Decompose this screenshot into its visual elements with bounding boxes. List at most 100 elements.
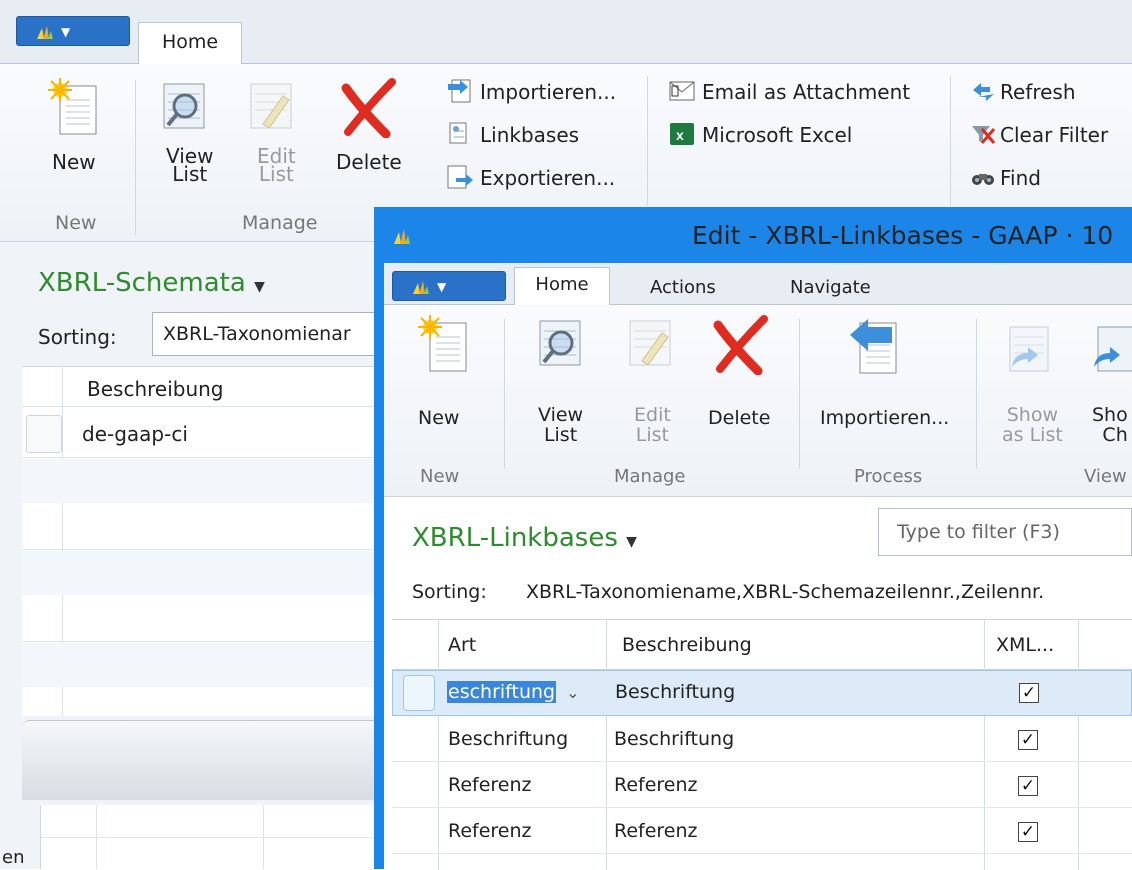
delete-button[interactable]: Delete <box>706 315 782 429</box>
beschreibung-cell[interactable]: Referenz <box>614 774 698 796</box>
list-item[interactable]: de-gaap-ci <box>82 422 188 446</box>
beschreibung-cell[interactable]: Beschriftung <box>615 681 735 703</box>
find-label: Find <box>1000 166 1041 190</box>
ribbon-divider <box>976 319 977 469</box>
group-manage-label: Manage <box>242 212 318 234</box>
view-list-button[interactable]: View List <box>534 317 594 447</box>
table-row[interactable]: Referenz Referenz ✓ <box>392 762 1132 808</box>
art-cell[interactable]: eschriftung <box>447 681 557 703</box>
new-label: New <box>418 407 460 429</box>
new-button[interactable]: New <box>40 78 108 188</box>
page-title[interactable]: XBRL-Schemata ▼ <box>38 268 265 298</box>
microsoft-excel-label: Microsoft Excel <box>702 123 853 147</box>
refresh-icon <box>973 83 994 101</box>
xml-checkbox[interactable]: ✓ <box>1018 730 1038 750</box>
group-manage-label: Manage <box>614 466 686 487</box>
column-header-beschreibung[interactable]: Beschreibung <box>622 634 752 656</box>
tab-home[interactable]: Home <box>138 22 242 65</box>
bg-list-grid: Beschreibung de-gaap-ci <box>22 366 382 717</box>
dynamics-logo-icon <box>37 26 53 39</box>
row-selector[interactable] <box>403 675 435 711</box>
view-list-label: View List <box>166 144 214 186</box>
import-icon <box>850 319 897 374</box>
table-row[interactable]: eschriftung ⌄ Beschriftung ✓ <box>392 670 1132 716</box>
xml-checkbox[interactable]: ✓ <box>1019 683 1039 703</box>
ribbon-divider <box>950 76 951 206</box>
art-cell[interactable]: Referenz <box>448 774 532 796</box>
exportieren-label: Exportieren... <box>480 166 616 190</box>
show-as-list-button: Show as List <box>1000 323 1064 453</box>
table-row[interactable]: Beschriftung Beschriftung ✓ <box>392 716 1132 762</box>
ribbon-divider <box>647 76 648 206</box>
edit-list-label: Edit List <box>257 144 296 186</box>
caret-down-icon: ▼ <box>254 279 265 295</box>
ribbon-divider <box>504 319 505 469</box>
new-label: New <box>52 150 96 174</box>
microsoft-excel-action[interactable]: x Microsoft Excel <box>668 121 938 149</box>
table-row[interactable]: Referenz Referenz ✓ <box>392 808 1132 854</box>
dialog-app-menu-button[interactable]: ▼ <box>392 271 506 301</box>
importieren-action[interactable]: Importieren... <box>446 78 636 106</box>
clear-filter-icon <box>972 126 996 144</box>
delete-x-icon <box>713 315 768 375</box>
art-cell[interactable]: Referenz <box>448 820 532 842</box>
dialog-content: ▼ Home Actions Navigate New View List Ed… <box>384 263 1132 870</box>
edit-list-icon <box>250 83 292 129</box>
dialog-title: Edit - XBRL-Linkbases - GAAP · 10 <box>692 221 1114 250</box>
email-attachment-action[interactable]: Email as Attachment <box>668 78 938 106</box>
app-menu-button[interactable]: ▼ <box>16 16 130 46</box>
export-icon <box>447 165 473 189</box>
bg-factbox-area <box>22 720 382 800</box>
chevron-down-icon: ▼ <box>61 25 71 39</box>
show-as-chart-button[interactable]: Sho Ch <box>1080 323 1132 453</box>
importieren-button[interactable]: Importieren... <box>816 315 956 429</box>
delete-label: Delete <box>336 150 402 174</box>
sorting-select[interactable]: XBRL-Taxonomienar <box>152 312 377 356</box>
clear-filter-action[interactable]: Clear Filter <box>970 121 1130 149</box>
dynamics-logo-icon <box>413 281 429 294</box>
filter-input[interactable]: Type to filter (F3) <box>878 508 1132 556</box>
linkbases-action[interactable]: Linkbases <box>446 121 636 149</box>
tab-navigate[interactable]: Navigate <box>790 277 871 298</box>
edit-list-label: Edit List <box>634 404 671 446</box>
edit-dialog: Edit - XBRL-Linkbases - GAAP · 10 ▼ Home… <box>374 207 1132 870</box>
new-button[interactable]: New <box>414 315 480 429</box>
xml-checkbox[interactable]: ✓ <box>1018 776 1038 796</box>
column-header-beschreibung[interactable]: Beschreibung <box>87 377 224 401</box>
page-title[interactable]: XBRL-Linkbases ▼ <box>412 523 637 553</box>
beschreibung-cell[interactable]: Beschriftung <box>614 728 734 750</box>
excel-icon: x <box>670 123 694 145</box>
edit-list-icon <box>629 320 671 366</box>
binoculars-icon <box>972 174 994 185</box>
linkbases-label: Linkbases <box>480 123 580 147</box>
view-list-button[interactable]: View List <box>158 80 218 190</box>
art-cell[interactable]: Beschriftung <box>448 728 568 750</box>
new-document-icon <box>48 78 97 135</box>
refresh-action[interactable]: Refresh <box>970 78 1130 106</box>
group-view-label: View <box>1084 466 1127 487</box>
exportieren-action[interactable]: Exportieren... <box>446 164 636 192</box>
truncated-text: en <box>2 847 25 868</box>
chevron-down-icon[interactable]: ⌄ <box>566 683 579 702</box>
edit-list-button: Edit List <box>245 80 305 190</box>
beschreibung-cell[interactable]: Referenz <box>614 820 698 842</box>
import-icon <box>448 79 471 103</box>
new-document-icon <box>418 315 467 372</box>
delete-button[interactable]: Delete <box>332 78 408 188</box>
find-action[interactable]: Find <box>970 164 1130 192</box>
xml-checkbox[interactable]: ✓ <box>1018 822 1038 842</box>
delete-x-icon <box>341 78 396 138</box>
importieren-label: Importieren... <box>480 80 617 104</box>
tab-home[interactable]: Home <box>514 267 610 306</box>
show-as-chart-icon <box>1094 326 1132 372</box>
column-header-art[interactable]: Art <box>448 634 476 656</box>
tab-actions[interactable]: Actions <box>650 277 716 298</box>
row-selector[interactable] <box>26 415 62 453</box>
group-new-label: New <box>55 212 97 234</box>
importieren-label: Importieren... <box>820 407 950 429</box>
caret-down-icon: ▼ <box>626 534 637 550</box>
column-header-xml[interactable]: XML... <box>996 634 1054 656</box>
group-new-label: New <box>420 466 460 487</box>
clear-filter-label: Clear Filter <box>1000 123 1109 147</box>
sorting-value[interactable]: XBRL-Taxonomiename,XBRL-Schemazeilennr.,… <box>526 581 1044 603</box>
